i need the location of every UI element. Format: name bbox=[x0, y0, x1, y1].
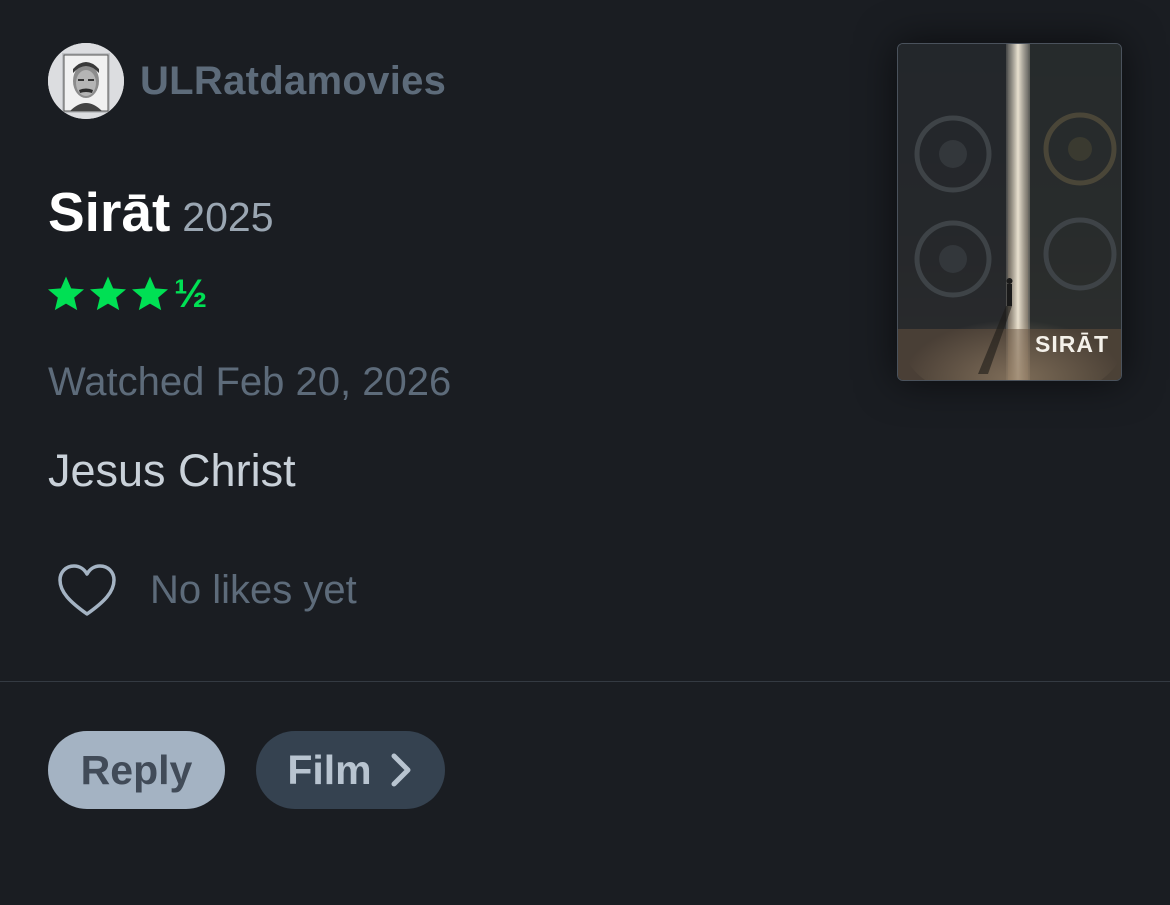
reply-button-label: Reply bbox=[80, 746, 193, 793]
film-button[interactable]: Film bbox=[256, 731, 445, 809]
watched-date: Watched Feb 20, 2026 bbox=[48, 360, 452, 404]
film-year: 2025 bbox=[182, 194, 274, 240]
divider bbox=[0, 681, 1170, 682]
star-icon bbox=[90, 276, 126, 311]
star-rating: ½ bbox=[46, 272, 207, 316]
film-poster[interactable]: SIRĀT bbox=[897, 43, 1122, 381]
film-title[interactable]: Sirāt bbox=[48, 180, 170, 244]
likes-count: No likes yet bbox=[150, 567, 357, 612]
reply-button[interactable]: Reply bbox=[48, 731, 225, 809]
avatar[interactable] bbox=[48, 43, 124, 119]
star-icon bbox=[48, 276, 84, 311]
chevron-right-icon bbox=[391, 753, 411, 787]
likes-row[interactable]: No likes yet bbox=[56, 560, 357, 620]
star-icon bbox=[132, 276, 168, 311]
review-text: Jesus Christ bbox=[48, 445, 296, 496]
username[interactable]: ULRatdamovies bbox=[140, 59, 446, 104]
user-row[interactable]: ULRatdamovies bbox=[48, 43, 446, 119]
film-title-row[interactable]: Sirāt 2025 bbox=[48, 180, 274, 244]
poster-title: SIRĀT bbox=[1035, 331, 1109, 357]
film-button-label: Film bbox=[287, 746, 372, 793]
review-page: ULRatdamovies Sirāt 2025 ½ Watched Feb 2… bbox=[0, 0, 1170, 905]
half-star: ½ bbox=[174, 272, 208, 316]
heart-icon[interactable] bbox=[56, 562, 118, 618]
